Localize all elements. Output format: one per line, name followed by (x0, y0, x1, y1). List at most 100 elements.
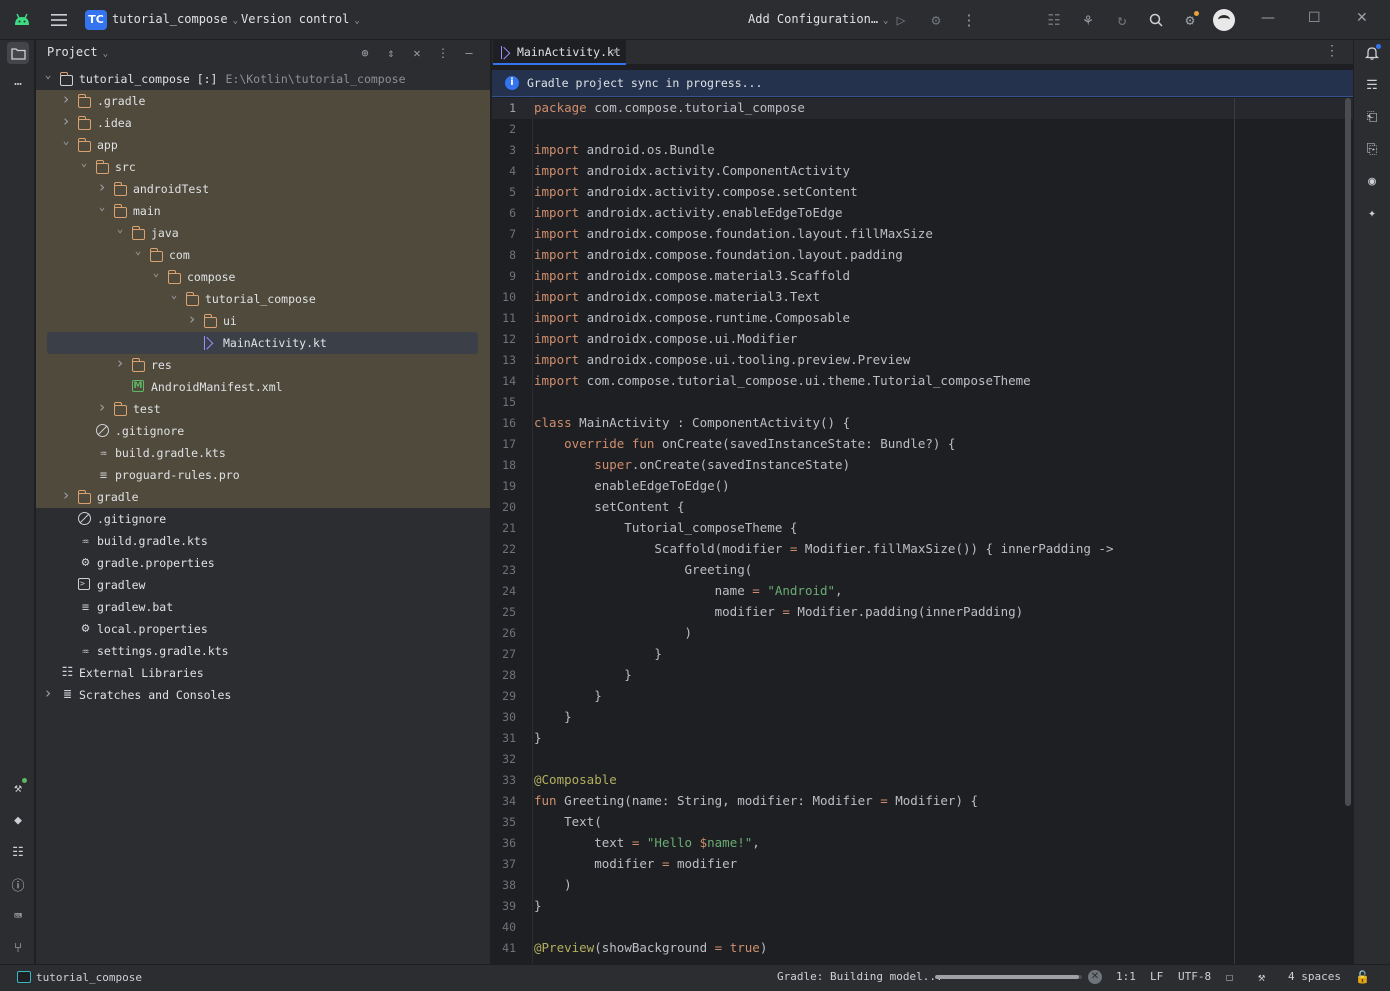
code-line[interactable]: 36 text = "Hello $name!", (492, 833, 1353, 854)
code-editor[interactable]: 1 package com.compose.tutorial_compose 2 3 i… (492, 98, 1353, 964)
chevron-right-icon[interactable]: › (114, 355, 126, 371)
code-line[interactable]: 11 import androidx.compose.runtime.Compos… (492, 308, 1353, 329)
code-line[interactable]: 27 } (492, 644, 1353, 665)
resource-manager-icon[interactable]: ◆ (7, 809, 29, 831)
chevron-down-icon[interactable]: ⌄ (42, 67, 54, 83)
emulator-icon[interactable]: ◉ (1362, 171, 1382, 191)
tree-item[interactable]: > gradlew (36, 574, 490, 596)
notifications-icon[interactable] (1362, 43, 1382, 63)
chevron-right-icon[interactable]: › (186, 311, 198, 327)
tree-item[interactable]: ⌄ tutorial_compose [:] E:\Kotlin\tutorial_… (36, 68, 490, 90)
tree-item[interactable]: ♒ settings.gradle.kts (36, 640, 490, 662)
minimize-icon[interactable]: — (1261, 10, 1275, 26)
main-menu-icon[interactable] (49, 11, 69, 29)
code-line[interactable]: 9 import androidx.compose.material3.Scaff… (492, 266, 1353, 287)
tree-item[interactable]: › res (36, 354, 490, 376)
code-line[interactable]: 24 name = "Android", (492, 581, 1353, 602)
options-icon[interactable]: ⋮ (434, 44, 452, 62)
logcat-icon[interactable]: ☷ (7, 841, 29, 863)
debug-icon[interactable]: ⚙ (926, 10, 946, 30)
cancel-task-icon[interactable]: ✕ (1088, 970, 1102, 984)
code-line[interactable]: 7 import androidx.compose.foundation.layo… (492, 224, 1353, 245)
tree-item[interactable]: › ui (36, 310, 490, 332)
maximize-icon[interactable]: ☐ (1308, 10, 1321, 26)
tree-item[interactable]: .gitignore (36, 420, 490, 442)
code-line[interactable]: 21 Tutorial_composeTheme { (492, 518, 1353, 539)
tree-item[interactable]: ⌄ compose (36, 266, 490, 288)
code-line[interactable]: 40 (492, 917, 1353, 938)
chevron-down-icon[interactable]: ⌄ (96, 199, 108, 215)
code-line[interactable]: 17 override fun onCreate(savedInstanceSt… (492, 434, 1353, 455)
code-line[interactable]: 30 } (492, 707, 1353, 728)
tree-item[interactable]: ⌄ main (36, 200, 490, 222)
chevron-down-icon[interactable]: ⌄ (132, 243, 144, 259)
hide-panel-icon[interactable]: — (460, 44, 478, 62)
tree-item[interactable]: ≡ proguard-rules.pro (36, 464, 490, 486)
code-line[interactable]: 1 package com.compose.tutorial_compose (492, 98, 1353, 119)
project-tool-icon[interactable] (7, 42, 29, 64)
chevron-down-icon[interactable]: ⌄ (78, 155, 90, 171)
tree-item[interactable]: › .gradle (36, 90, 490, 112)
sync-gradle-icon[interactable]: ☷ (1044, 10, 1064, 30)
settings-gear-icon[interactable]: ⚙ (1180, 10, 1200, 30)
code-line[interactable]: 19 enableEdgeToEdge() (492, 476, 1353, 497)
run-configuration-dropdown[interactable]: Add Configuration… ⌄ (748, 12, 888, 26)
avatar[interactable] (1213, 9, 1235, 31)
code-line[interactable]: 32 (492, 749, 1353, 770)
code-line[interactable]: 8 import androidx.compose.foundation.layo… (492, 245, 1353, 266)
tree-item[interactable]: ≡ gradlew.bat (36, 596, 490, 618)
code-line[interactable]: 15 (492, 392, 1353, 413)
collapse-all-icon[interactable]: ✕ (408, 44, 426, 62)
code-line[interactable]: 26 ) (492, 623, 1353, 644)
device-file-explorer-icon[interactable]: ⎗ (1362, 107, 1382, 127)
code-line[interactable]: 14 import com.compose.tutorial_compose.ui… (492, 371, 1353, 392)
line-separator[interactable]: LF (1150, 970, 1163, 983)
expand-all-icon[interactable]: ⇕ (382, 44, 400, 62)
tree-item[interactable]: ☷ External Libraries (36, 662, 490, 684)
close-tab-icon[interactable]: ✕ (612, 45, 619, 58)
project-badge[interactable]: TC (85, 10, 107, 30)
code-line[interactable]: 13 import androidx.compose.ui.tooling.pre… (492, 350, 1353, 371)
code-line[interactable]: 25 modifier = Modifier.padding(innerPadd… (492, 602, 1353, 623)
tree-item[interactable]: ⌄ src (36, 156, 490, 178)
tree-item[interactable]: › test (36, 398, 490, 420)
tree-item[interactable]: › ≣ Scratches and Consoles (36, 684, 490, 706)
reader-mode-icon[interactable]: ☐ (1226, 970, 1233, 984)
chevron-right-icon[interactable]: › (42, 685, 54, 701)
code-line[interactable]: 6 import androidx.activity.enableEdgeToEd… (492, 203, 1353, 224)
gradle-tool-icon[interactable]: ☴ (1362, 75, 1382, 95)
chevron-down-icon[interactable]: ⌄ (60, 133, 72, 149)
project-view-selector[interactable]: Project ⌄ (47, 45, 108, 59)
chevron-down-icon[interactable]: ⌄ (114, 221, 126, 237)
tab-options-icon[interactable]: ⋮ (1325, 43, 1339, 59)
tree-item[interactable]: M AndroidManifest.xml (36, 376, 490, 398)
caret-position[interactable]: 1:1 (1116, 970, 1136, 983)
select-opened-file-icon[interactable]: ⊕ (356, 44, 374, 62)
chevron-right-icon[interactable]: › (60, 91, 72, 107)
code-line[interactable]: 29 } (492, 686, 1353, 707)
indent-setting[interactable]: 4 spaces (1288, 970, 1341, 983)
close-icon[interactable]: ✕ (1356, 10, 1368, 26)
status-project-name[interactable]: tutorial_compose (36, 971, 142, 984)
tree-item[interactable]: › .idea (36, 112, 490, 134)
file-encoding[interactable]: UTF-8 (1178, 970, 1211, 983)
code-line[interactable]: 33 @Composable (492, 770, 1353, 791)
code-line[interactable]: 20 setContent { (492, 497, 1353, 518)
chevron-right-icon[interactable]: › (96, 179, 108, 195)
code-line[interactable]: 31} (492, 728, 1353, 749)
gradle-daemon-icon[interactable]: ⚒ (1258, 970, 1265, 984)
tree-item[interactable]: ♒ build.gradle.kts (36, 442, 490, 464)
tree-item[interactable]: ♒ build.gradle.kts (36, 530, 490, 552)
problems-icon[interactable]: ⓘ (7, 873, 29, 895)
version-control-menu[interactable]: Version control ⌄ (241, 12, 360, 26)
code-line[interactable]: 3 import android.os.Bundle (492, 140, 1353, 161)
code-line[interactable]: 18 super.onCreate(savedInstanceState) (492, 455, 1353, 476)
chevron-down-icon[interactable]: ⌄ (150, 265, 162, 281)
tree-item[interactable]: › gradle (36, 486, 490, 508)
tree-item[interactable]: ⚙ gradle.properties (36, 552, 490, 574)
android-icon[interactable] (13, 12, 31, 28)
git-icon[interactable]: ⑂ (7, 937, 29, 959)
device-manager-icon[interactable]: ↻ (1112, 10, 1132, 30)
tree-item[interactable]: ⌄ com (36, 244, 490, 266)
code-line[interactable]: 4 import androidx.activity.ComponentActiv… (492, 161, 1353, 182)
